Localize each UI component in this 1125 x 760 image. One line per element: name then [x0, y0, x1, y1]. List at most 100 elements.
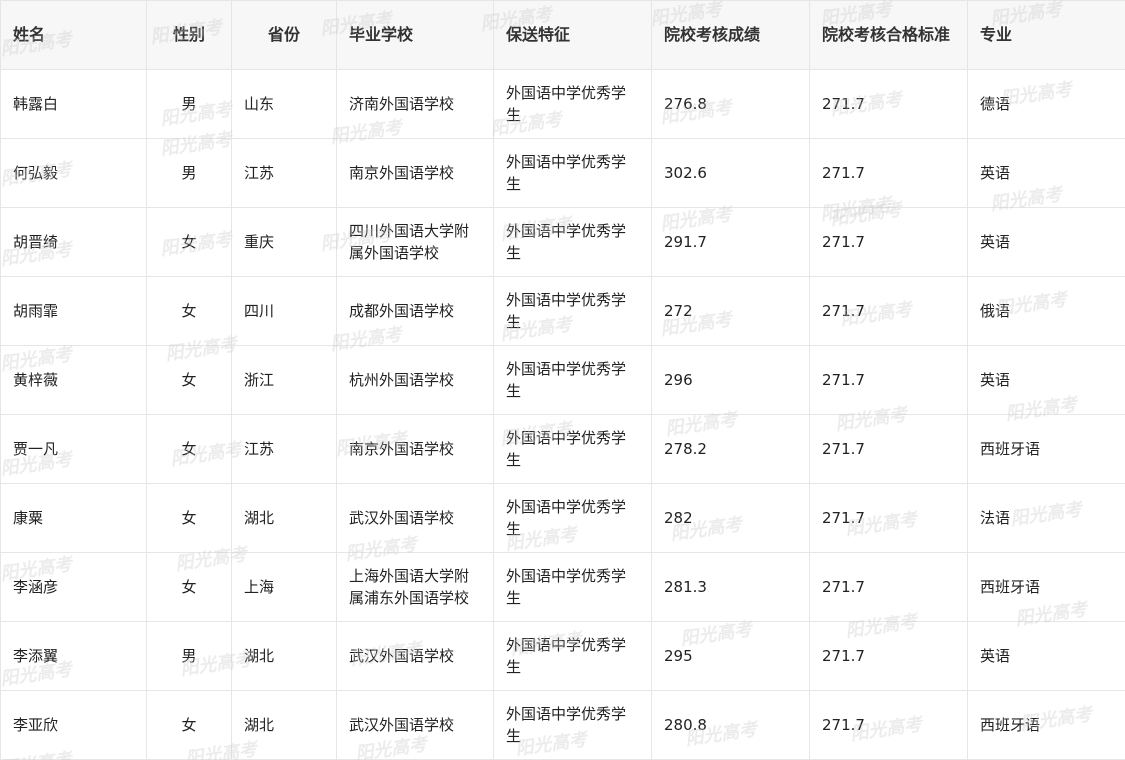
cell-name: 黄梓薇 [0, 345, 147, 415]
cell-feature: 外国语中学优秀学生 [493, 414, 652, 484]
table-row: 何弘毅男江苏 南京外国语学校 外国语中学优秀学生 302.6 271.7 英语 [0, 138, 1125, 208]
cell-school: 武汉外国语学校 [336, 621, 494, 691]
header-row: 姓名 性别 省份 毕业学校 保送特征 院校考核成绩 院校考核合格标准 专业 [0, 0, 1125, 70]
table-row: 胡晋绮女重庆 四川外国语大学附属外国语学校 外国语中学优秀学生 291.7 271.7 英… [0, 207, 1125, 277]
table-header: 姓名 性别 省份 毕业学校 保送特征 院校考核成绩 院校考核合格标准 专业 [0, 0, 1125, 70]
cell-feature: 外国语中学优秀学生 [493, 138, 652, 208]
cell-school: 南京外国语学校 [336, 138, 494, 208]
cell-standard: 271.7 [809, 276, 968, 346]
header-major: 专业 [967, 0, 1125, 70]
cell-score: 280.8 [651, 690, 810, 760]
table-body: 韩露白男山东 济南外国语学校 外国语中学优秀学生 276.8 271.7 德语 何弘毅男江苏… [0, 69, 1125, 760]
header-name: 姓名 [0, 0, 147, 70]
table-row: 李涵彦女上海 上海外国语大学附属浦东外国语学校 外国语中学优秀学生 281.3 271.… [0, 552, 1125, 622]
cell-school: 成都外国语学校 [336, 276, 494, 346]
cell-standard: 271.7 [809, 345, 968, 415]
cell-feature: 外国语中学优秀学生 [493, 690, 652, 760]
table-row: 贾一凡女江苏 南京外国语学校 外国语中学优秀学生 278.2 271.7 西班牙语 [0, 414, 1125, 484]
cell-province: 四川 [231, 276, 337, 346]
cell-major: 英语 [967, 345, 1125, 415]
header-standard: 院校考核合格标准 [809, 0, 968, 70]
cell-name: 胡晋绮 [0, 207, 147, 277]
cell-province: 江苏 [231, 414, 337, 484]
cell-province: 浙江 [231, 345, 337, 415]
table-row: 胡雨霏女四川 成都外国语学校 外国语中学优秀学生 272 271.7 俄语 [0, 276, 1125, 346]
cell-standard: 271.7 [809, 69, 968, 139]
header-feature: 保送特征 [493, 0, 652, 70]
cell-province: 上海 [231, 552, 337, 622]
cell-name: 何弘毅 [0, 138, 147, 208]
cell-feature: 外国语中学优秀学生 [493, 483, 652, 553]
cell-standard: 271.7 [809, 414, 968, 484]
students-table: 姓名 性别 省份 毕业学校 保送特征 院校考核成绩 院校考核合格标准 专业 韩露… [0, 0, 1125, 760]
cell-score: 281.3 [651, 552, 810, 622]
cell-major: 西班牙语 [967, 414, 1125, 484]
cell-gender: 男 [146, 138, 232, 208]
cell-gender: 女 [146, 690, 232, 760]
cell-gender: 男 [146, 69, 232, 139]
cell-standard: 271.7 [809, 621, 968, 691]
cell-name: 胡雨霏 [0, 276, 147, 346]
cell-score: 276.8 [651, 69, 810, 139]
cell-province: 湖北 [231, 621, 337, 691]
cell-major: 法语 [967, 483, 1125, 553]
cell-school: 上海外国语大学附属浦东外国语学校 [336, 552, 494, 622]
cell-province: 湖北 [231, 483, 337, 553]
cell-major: 俄语 [967, 276, 1125, 346]
header-school: 毕业学校 [336, 0, 494, 70]
cell-standard: 271.7 [809, 690, 968, 760]
header-score: 院校考核成绩 [651, 0, 810, 70]
cell-gender: 女 [146, 345, 232, 415]
cell-name: 康粟 [0, 483, 147, 553]
cell-gender: 女 [146, 276, 232, 346]
cell-school: 四川外国语大学附属外国语学校 [336, 207, 494, 277]
cell-gender: 女 [146, 552, 232, 622]
cell-score: 296 [651, 345, 810, 415]
header-province: 省份 [231, 0, 337, 70]
cell-gender: 男 [146, 621, 232, 691]
page: 姓名 性别 省份 毕业学校 保送特征 院校考核成绩 院校考核合格标准 专业 韩露… [0, 0, 1125, 760]
cell-score: 282 [651, 483, 810, 553]
cell-feature: 外国语中学优秀学生 [493, 621, 652, 691]
cell-name: 李涵彦 [0, 552, 147, 622]
cell-major: 英语 [967, 621, 1125, 691]
table-row: 李亚欣女湖北 武汉外国语学校 外国语中学优秀学生 280.8 271.7 西班牙语 [0, 690, 1125, 760]
cell-major: 西班牙语 [967, 552, 1125, 622]
cell-province: 江苏 [231, 138, 337, 208]
cell-major: 德语 [967, 69, 1125, 139]
cell-province: 湖北 [231, 690, 337, 760]
cell-score: 291.7 [651, 207, 810, 277]
cell-province: 山东 [231, 69, 337, 139]
cell-province: 重庆 [231, 207, 337, 277]
cell-major: 西班牙语 [967, 690, 1125, 760]
cell-major: 英语 [967, 138, 1125, 208]
cell-score: 272 [651, 276, 810, 346]
table-row: 韩露白男山东 济南外国语学校 外国语中学优秀学生 276.8 271.7 德语 [0, 69, 1125, 139]
cell-gender: 女 [146, 414, 232, 484]
cell-standard: 271.7 [809, 138, 968, 208]
cell-standard: 271.7 [809, 483, 968, 553]
cell-name: 贾一凡 [0, 414, 147, 484]
cell-feature: 外国语中学优秀学生 [493, 207, 652, 277]
table-row: 黄梓薇女浙江 杭州外国语学校 外国语中学优秀学生 296 271.7 英语 [0, 345, 1125, 415]
cell-name: 韩露白 [0, 69, 147, 139]
cell-school: 武汉外国语学校 [336, 690, 494, 760]
cell-feature: 外国语中学优秀学生 [493, 276, 652, 346]
cell-school: 杭州外国语学校 [336, 345, 494, 415]
cell-school: 济南外国语学校 [336, 69, 494, 139]
cell-gender: 女 [146, 207, 232, 277]
cell-feature: 外国语中学优秀学生 [493, 552, 652, 622]
cell-name: 李亚欣 [0, 690, 147, 760]
cell-gender: 女 [146, 483, 232, 553]
cell-standard: 271.7 [809, 552, 968, 622]
cell-school: 南京外国语学校 [336, 414, 494, 484]
cell-school: 武汉外国语学校 [336, 483, 494, 553]
cell-name: 李添翼 [0, 621, 147, 691]
cell-major: 英语 [967, 207, 1125, 277]
cell-score: 302.6 [651, 138, 810, 208]
table-row: 康粟女湖北 武汉外国语学校 外国语中学优秀学生 282 271.7 法语 [0, 483, 1125, 553]
header-gender: 性别 [146, 0, 232, 70]
cell-score: 295 [651, 621, 810, 691]
cell-standard: 271.7 [809, 207, 968, 277]
cell-feature: 外国语中学优秀学生 [493, 345, 652, 415]
